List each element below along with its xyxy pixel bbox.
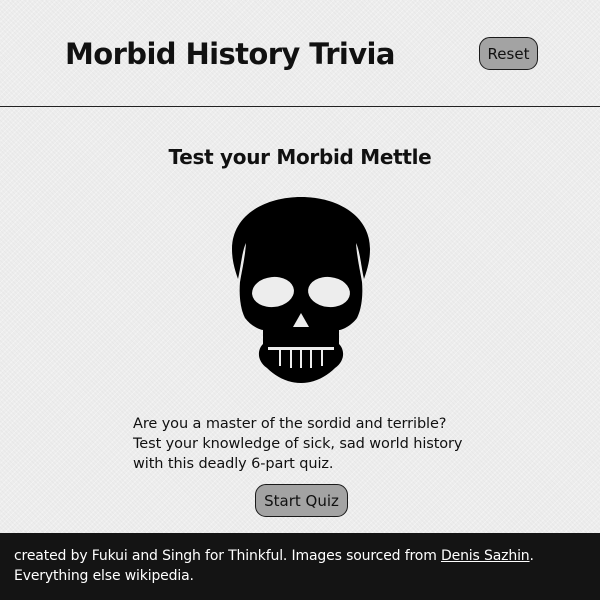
denis-sazhin-link[interactable]: Denis Sazhin [441, 548, 530, 564]
intro-text: Are you a master of the sordid and terri… [133, 416, 463, 472]
main-heading: Test your Morbid Mettle [168, 145, 432, 169]
reset-button[interactable]: Reset [479, 37, 538, 70]
start-quiz-button[interactable]: Start Quiz [255, 484, 348, 517]
footer-credit-text: created by Fukui and Singh for Thinkful.… [14, 548, 441, 564]
footer: created by Fukui and Singh for Thinkful.… [0, 533, 600, 600]
app-header: Morbid History Trivia Reset [0, 0, 600, 107]
skull-icon [232, 197, 370, 383]
app-title: Morbid History Trivia [65, 37, 395, 71]
